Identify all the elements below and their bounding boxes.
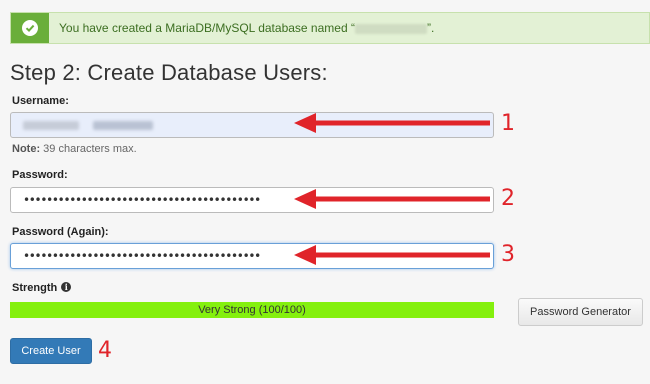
username-prefix-redacted [23, 121, 79, 130]
create-user-button[interactable]: Create User [10, 338, 92, 364]
password-label: Password: [12, 169, 68, 181]
alert-message-prefix: You have created a MariaDB/MySQL databas… [59, 21, 355, 35]
strength-label-text: Strength [12, 282, 58, 294]
strength-label: Strength i [12, 282, 72, 294]
callout-number-1: 1 [501, 111, 515, 136]
annotation-arrow-3 [294, 245, 490, 265]
annotation-arrow-2 [294, 189, 490, 209]
check-circle-icon [22, 20, 38, 36]
callout-number-4: 4 [98, 338, 112, 363]
alert-message: You have created a MariaDB/MySQL databas… [59, 21, 434, 35]
success-alert: You have created a MariaDB/MySQL databas… [10, 12, 650, 44]
strength-meter-text: Very Strong (100/100) [198, 304, 306, 316]
page-title: Step 2: Create Database Users: [10, 60, 328, 85]
callout-number-2: 2 [501, 186, 515, 211]
redacted-database-name [354, 23, 427, 34]
note-text: 39 characters max. [40, 143, 137, 155]
password-again-label: Password (Again): [12, 226, 109, 238]
password-again-value: ••••••••••••••••••••••••••••••••••••••••… [23, 249, 261, 263]
username-label: Username: [12, 95, 69, 107]
callout-number-3: 3 [501, 242, 515, 267]
alert-message-suffix: ”. [426, 21, 435, 35]
username-redacted [93, 121, 153, 130]
password-generator-button[interactable]: Password Generator [518, 298, 643, 326]
note-label: Note: [12, 143, 41, 155]
username-note: Note: 39 characters max. [12, 143, 137, 155]
alert-icon-box [11, 13, 49, 43]
password-strength-meter: Very Strong (100/100) [10, 302, 494, 318]
info-circle-icon[interactable]: i [61, 282, 72, 292]
password-value: ••••••••••••••••••••••••••••••••••••••••… [23, 193, 261, 207]
annotation-arrow-1 [294, 113, 490, 133]
